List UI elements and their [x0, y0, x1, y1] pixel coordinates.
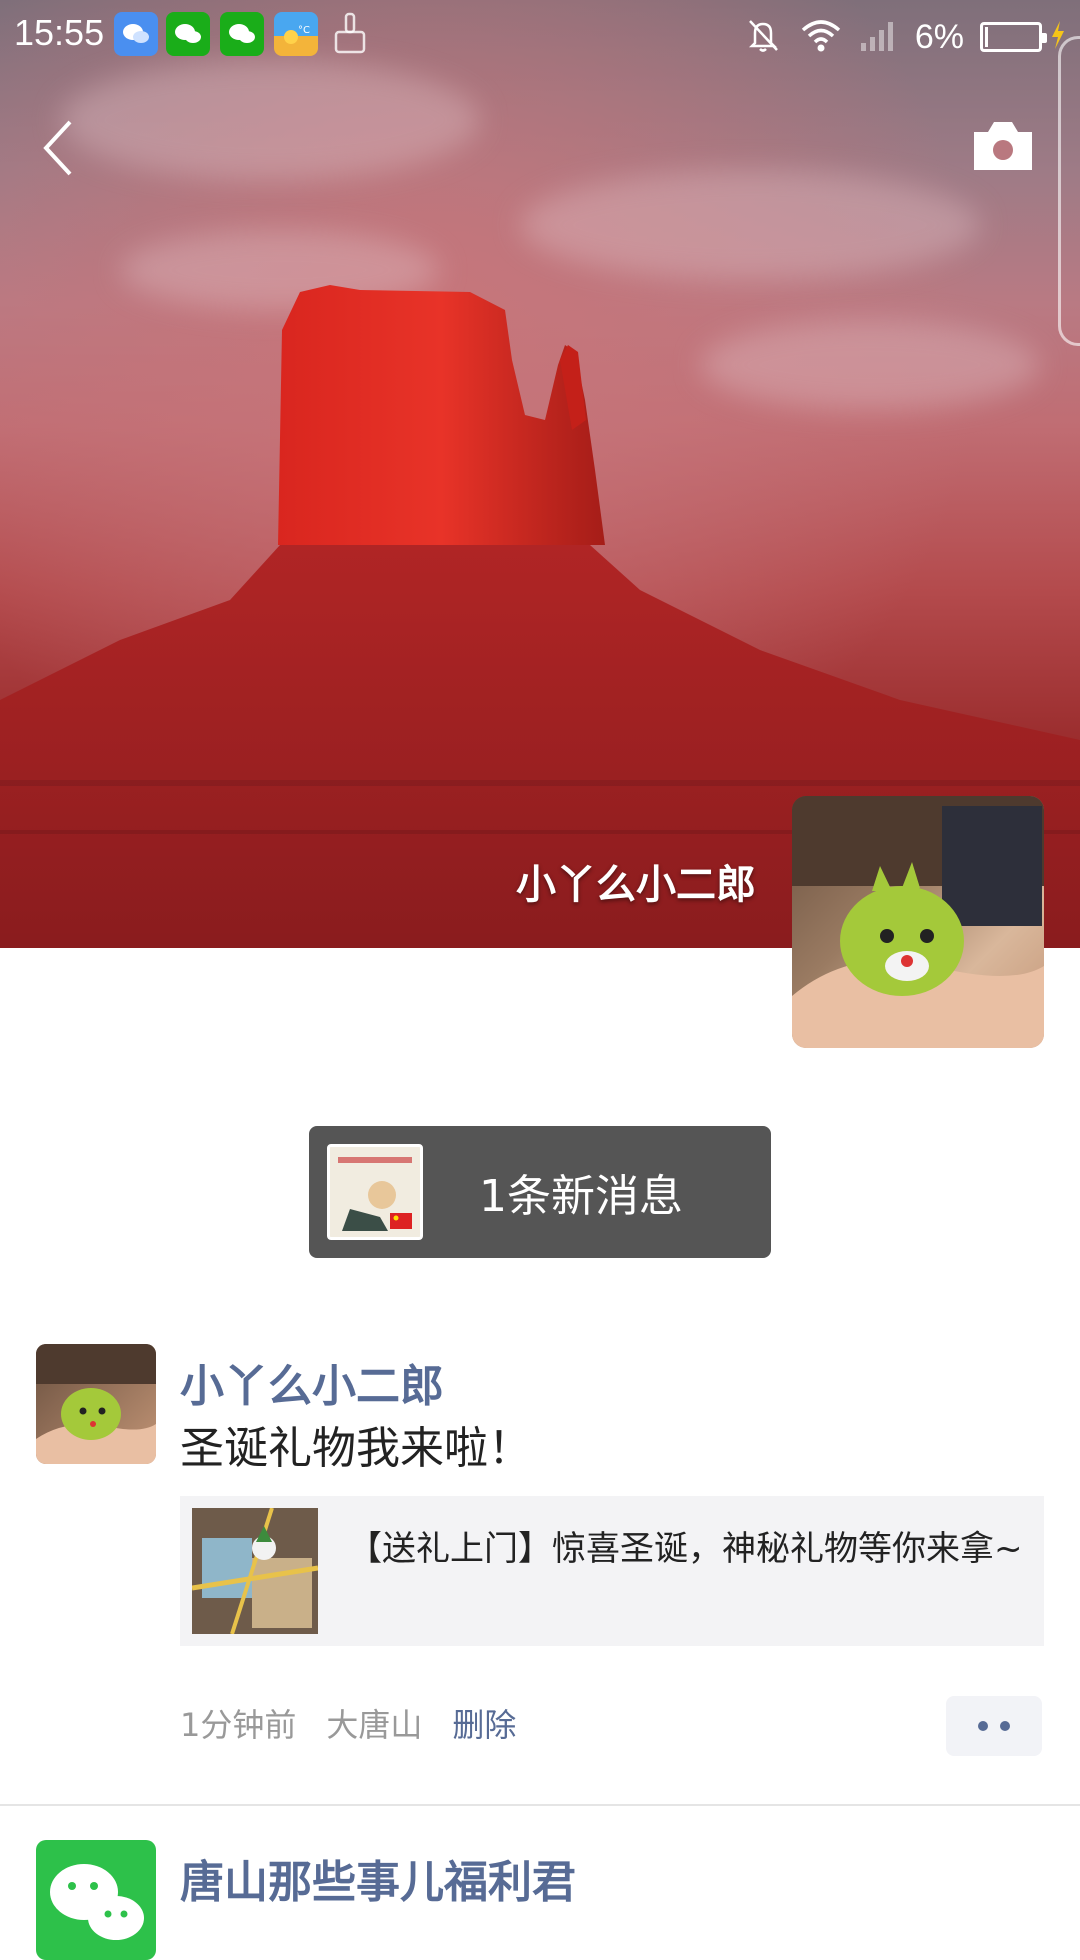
author-name[interactable]: 小丫么小二郎	[180, 1350, 444, 1414]
new-message-notification[interactable]: 1条新消息	[309, 1126, 771, 1258]
svg-text:°C: °C	[298, 25, 310, 36]
camera-icon	[974, 122, 1032, 170]
chat-notification-icon	[114, 12, 158, 56]
post-text: 圣诞礼物我来啦！	[180, 1423, 532, 1474]
profile-avatar[interactable]	[792, 796, 1044, 1048]
more-actions-button[interactable]	[946, 1696, 1042, 1756]
post-divider	[0, 1804, 1080, 1806]
author-name[interactable]: 唐山那些事儿福利君	[180, 1846, 576, 1910]
post-meta: 1分钟前 大唐山 删除	[180, 1700, 516, 1746]
battery-fill	[985, 27, 988, 47]
camera-button[interactable]	[970, 118, 1036, 174]
link-title: 【送礼上门】惊喜圣诞，神秘礼物等你来拿~	[348, 1529, 1023, 1569]
wifi-icon	[799, 16, 843, 58]
author-avatar[interactable]	[36, 1344, 156, 1464]
status-time: 15:55	[14, 12, 105, 53]
signal-icon	[859, 17, 899, 57]
new-message-text: 1条新消息	[479, 1171, 683, 1222]
sender-avatar	[327, 1144, 423, 1240]
battery-percent: 6%	[914, 17, 964, 56]
status-bar: 15:55 °C 6%	[0, 0, 1080, 76]
shared-link-card[interactable]: 【送礼上门】惊喜圣诞，神秘礼物等你来拿~	[180, 1496, 1044, 1646]
post-time: 1分钟前	[180, 1706, 297, 1744]
cleaner-icon	[328, 12, 372, 56]
battery-icon	[980, 22, 1047, 52]
delete-button[interactable]: 删除	[452, 1700, 516, 1746]
profile-name[interactable]: 小丫么小二郎	[516, 852, 756, 910]
wechat-icon	[220, 12, 264, 56]
edge-handle	[1058, 36, 1080, 346]
back-button[interactable]	[30, 112, 90, 184]
link-thumbnail	[192, 1508, 318, 1634]
wechat-icon	[166, 12, 210, 56]
author-avatar[interactable]	[36, 1840, 156, 1960]
mute-icon	[743, 15, 783, 59]
back-arrow-icon	[43, 120, 72, 176]
post-location[interactable]: 大唐山	[326, 1700, 422, 1746]
weather-icon: °C	[274, 12, 318, 56]
dot-icon	[1000, 1721, 1010, 1731]
dot-icon	[978, 1721, 988, 1731]
